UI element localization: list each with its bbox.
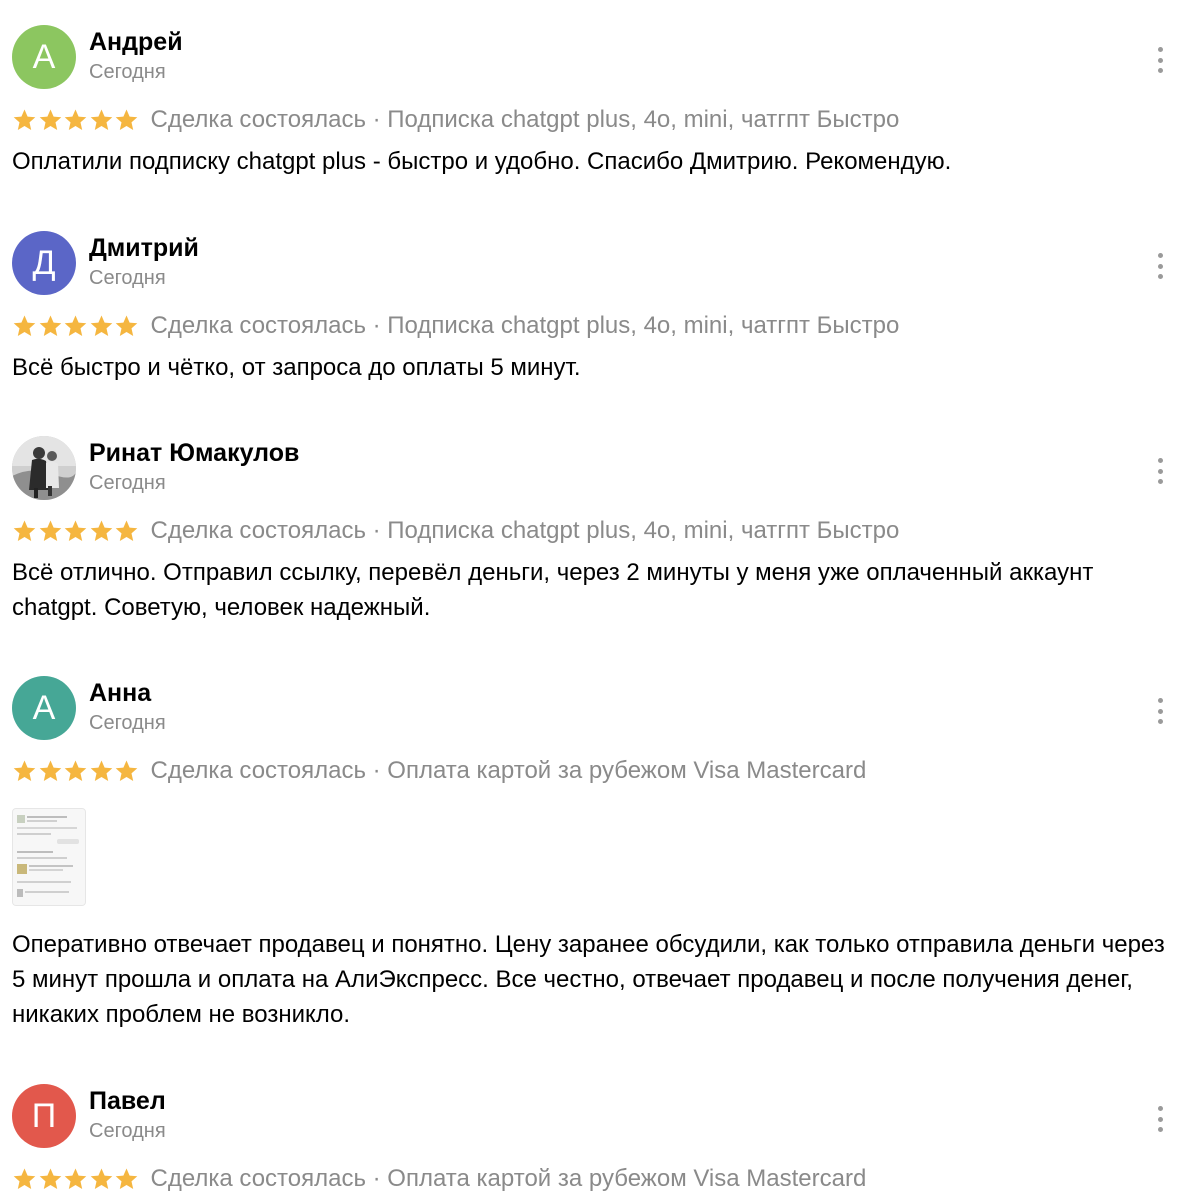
reviewer-name[interactable]: Дмитрий xyxy=(89,234,199,263)
deal-info: Сделка состоялась · Оплата картой за руб… xyxy=(150,1165,867,1192)
review-meta: Сделка состоялась · Оплата картой за руб… xyxy=(12,1164,866,1194)
star-icon xyxy=(38,759,63,784)
star-icon xyxy=(12,519,37,544)
reviewer-name[interactable]: Андрей xyxy=(89,28,183,57)
deal-info: Сделка состоялась · Подписка chatgpt plu… xyxy=(150,312,900,339)
star-icon xyxy=(89,108,114,133)
review-meta: Сделка состоялась · Оплата картой за руб… xyxy=(12,756,866,786)
star-icon xyxy=(114,519,139,544)
star-icon xyxy=(114,1167,139,1192)
star-icon xyxy=(12,314,37,339)
star-icon xyxy=(114,314,139,339)
deal-info: Сделка состоялась · Подписка chatgpt plu… xyxy=(150,517,900,544)
star-icon xyxy=(89,1167,114,1192)
deal-info: Сделка состоялась · Оплата картой за руб… xyxy=(150,757,867,784)
star-icon xyxy=(12,1167,37,1192)
more-options-icon[interactable] xyxy=(1154,1106,1166,1132)
star-icon xyxy=(63,519,88,544)
review-text: Оплатили подписку chatgpt plus - быстро … xyxy=(12,148,952,175)
review-text: Всё быстро и чётко, от запроса до оплаты… xyxy=(12,354,581,381)
star-icon xyxy=(63,1167,88,1192)
reviewer-name[interactable]: Ринат Юмакулов xyxy=(89,439,299,468)
attached-screenshot-thumbnail[interactable] xyxy=(12,808,86,906)
avatar[interactable]: Д xyxy=(12,231,76,295)
avatar[interactable] xyxy=(12,436,76,500)
avatar-photo-icon xyxy=(12,436,76,500)
review-date: Сегодня xyxy=(89,712,166,734)
avatar-initial: П xyxy=(31,1096,57,1135)
review-meta: Сделка состоялась · Подписка chatgpt plu… xyxy=(12,311,899,341)
deal-info: Сделка состоялась · Подписка chatgpt plu… xyxy=(150,106,900,133)
star-icon xyxy=(89,314,114,339)
star-icon xyxy=(38,314,63,339)
review-date: Сегодня xyxy=(89,267,166,289)
avatar[interactable]: А xyxy=(12,676,76,740)
more-options-icon[interactable] xyxy=(1154,253,1166,279)
review-text: Всё отлично. Отправил ссылку, перевёл де… xyxy=(12,559,1094,621)
more-options-icon[interactable] xyxy=(1154,458,1166,484)
rating-stars xyxy=(12,519,140,544)
avatar-initial: Д xyxy=(32,243,56,282)
avatar[interactable]: П xyxy=(12,1084,76,1148)
more-options-icon[interactable] xyxy=(1154,698,1166,724)
review-date: Сегодня xyxy=(89,61,166,83)
star-icon xyxy=(38,108,63,133)
screenshot-preview-icon xyxy=(13,809,85,905)
avatar[interactable]: А xyxy=(12,25,76,89)
review-meta: Сделка состоялась · Подписка chatgpt plu… xyxy=(12,516,899,546)
rating-stars xyxy=(12,108,140,133)
star-icon xyxy=(38,1167,63,1192)
avatar-initial: А xyxy=(32,688,56,727)
star-icon xyxy=(89,519,114,544)
avatar-initial: А xyxy=(32,37,56,76)
star-icon xyxy=(12,108,37,133)
star-icon xyxy=(114,108,139,133)
reviewer-name[interactable]: Павел xyxy=(89,1087,166,1116)
star-icon xyxy=(63,759,88,784)
more-options-icon[interactable] xyxy=(1154,47,1166,73)
star-icon xyxy=(38,519,63,544)
star-icon xyxy=(12,759,37,784)
review-date: Сегодня xyxy=(89,1120,166,1142)
star-icon xyxy=(63,314,88,339)
star-icon xyxy=(114,759,139,784)
review-text: Оперативно отвечает продавец и понятно. … xyxy=(12,931,1165,1028)
rating-stars xyxy=(12,759,140,784)
star-icon xyxy=(89,759,114,784)
review-meta: Сделка состоялась · Подписка chatgpt plu… xyxy=(12,105,899,135)
rating-stars xyxy=(12,314,140,339)
rating-stars xyxy=(12,1167,140,1192)
star-icon xyxy=(63,108,88,133)
reviewer-name[interactable]: Анна xyxy=(89,679,151,708)
review-date: Сегодня xyxy=(89,472,166,494)
